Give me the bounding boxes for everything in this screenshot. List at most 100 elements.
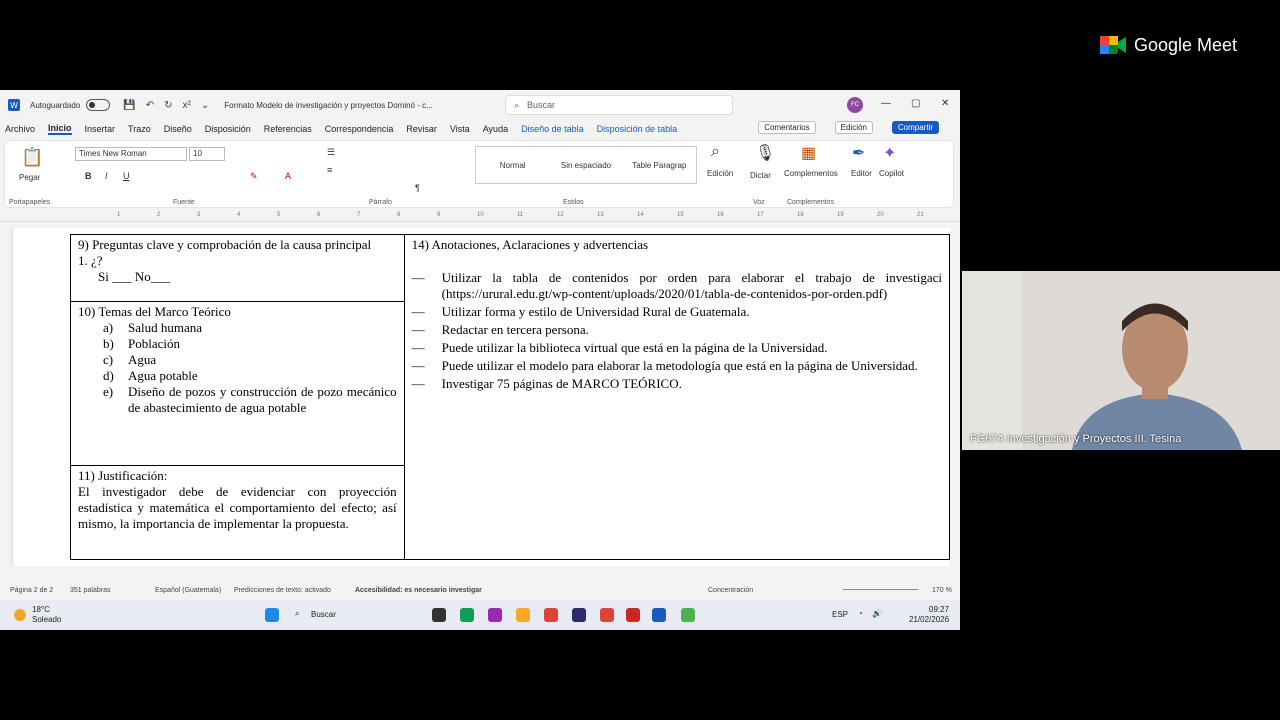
horizontal-ruler[interactable]: 1 2 3 4 5 6 7 8 9 10 11 12 13 14 15 16 1… [0,212,960,222]
menu-disposicion-tabla[interactable]: Disposición de tabla [597,124,678,134]
format-icon[interactable]: x² [183,100,191,111]
status-zoom[interactable]: 170 % [932,587,952,594]
group-portapapeles: Portapapeles [9,199,51,206]
document-title: Formato Modelo de investigación y proyec… [224,100,433,110]
edicion-button[interactable]: Edición [707,169,733,178]
font-select[interactable]: Times New Roman [75,147,187,161]
weather-temp[interactable]: 18°C [32,605,50,614]
save-icon[interactable]: 💾 [123,100,135,111]
file-explorer-icon[interactable] [516,608,530,622]
ruler-tick: 19 [837,212,844,218]
windows-start-icon[interactable] [265,608,279,622]
more-icon[interactable]: ⌄ [201,100,209,111]
paste-button[interactable]: Pegar [19,173,40,182]
document-page[interactable]: 9) Preguntas clave y comprobación de la … [14,228,951,566]
status-focus[interactable]: Concentración [708,587,753,594]
clipboard-icon: 📋 [21,147,44,167]
clock-time[interactable]: 09:27 [929,605,949,614]
topic-item: e) Diseño de pozos y construcción de pozo… [103,384,397,415]
menu-diseno-tabla[interactable]: Diseño de tabla [521,124,584,134]
wifi-icon[interactable]: ◔ [858,609,863,618]
style-table-paragraph[interactable]: Table Paragrap [623,161,696,170]
chrome-icon[interactable] [544,608,558,622]
status-accessibility[interactable]: Accesibilidad: es necesario investigar [355,587,482,594]
font-color-icon[interactable]: A [285,171,291,181]
menu-disposicion[interactable]: Disposición [205,124,251,134]
status-words[interactable]: 351 palabras [70,587,110,594]
group-parrafo: Párrafo [369,199,392,206]
editor-button[interactable]: Editor [851,169,872,178]
ruler-tick: 2 [157,212,161,218]
menu-correspondencia[interactable]: Correspondencia [325,124,394,134]
avatar[interactable]: FC [847,97,863,113]
minimize-icon[interactable]: — [881,98,891,109]
italic-button[interactable]: I [105,171,108,181]
status-predictions[interactable]: Predicciones de texto: activado [234,587,331,594]
autosave-toggle[interactable] [86,99,111,111]
ruler-tick: 9 [437,212,441,218]
note-item: — Redactar en tercera persona. [411,322,589,337]
bold-button[interactable]: B [85,171,92,181]
menu-trazo[interactable]: Trazo [128,124,151,134]
status-page[interactable]: Página 2 de 2 [10,587,53,594]
ruler-tick: 11 [517,212,524,218]
edge-icon[interactable] [460,608,474,622]
cell-preguntas[interactable]: 9) Preguntas clave y comprobación de la … [70,234,405,302]
zoom-slider[interactable] [843,589,918,590]
chrome-alt-icon[interactable] [681,608,695,622]
menu-archivo[interactable]: Archivo [5,124,35,134]
topic-item: b) Población [103,336,180,351]
highlight-icon[interactable]: ✎ [250,171,258,182]
editing-button[interactable]: Edición [834,121,873,134]
menu-inicio[interactable]: Inicio [48,123,72,135]
chrome-profile-icon[interactable] [600,608,614,622]
align-left-icon[interactable]: ≡ [327,165,332,175]
redo-icon[interactable]: ↻ [164,100,172,111]
menu-ayuda[interactable]: Ayuda [483,124,508,134]
volume-icon[interactable]: 🔊 [872,609,882,618]
pilcrow-icon[interactable]: ¶ [415,183,420,193]
note-item: — Utilizar la tabla de contenidos por ord… [411,270,942,301]
participant-video[interactable]: FG674 Investigación y Proyectos III. Tes… [962,271,1280,450]
windows-taskbar: 18°C Soleado ⌕ Buscar ESP ◔ 🔊 09:27 21/0… [0,600,960,630]
title-search[interactable]: ⌕ Buscar [505,95,733,115]
note-item: — Puede utilizar el modelo para elaborar … [411,358,918,373]
comments-button[interactable]: Comentarios [758,121,816,134]
copilot-button[interactable]: Copilot [879,169,904,178]
acrobat-icon[interactable] [626,608,640,622]
copilot-app-icon[interactable] [488,608,502,622]
menu-diseno[interactable]: Diseño [164,124,192,134]
vertical-ruler[interactable] [2,228,12,566]
ruler-tick: 17 [757,212,764,218]
input-language[interactable]: ESP [832,610,848,619]
cell9-question: 1. ¿? [78,253,103,268]
style-sin-espaciado[interactable]: Sin espaciado [549,161,622,170]
close-icon[interactable]: ✕ [941,98,949,109]
complementos-button[interactable]: Complementos [784,169,838,178]
font-size-select[interactable]: 10 [189,147,225,161]
undo-icon[interactable]: ↶ [146,100,154,111]
underline-button[interactable]: U [123,171,130,181]
menu-insertar[interactable]: Insertar [85,124,116,134]
group-fuente: Fuente [173,199,195,206]
menu-revisar[interactable]: Revisar [406,124,437,134]
cell-marco-teorico[interactable]: 10) Temas del Marco Teórico a) Salud huma… [70,301,405,466]
maximize-icon[interactable]: ▢ [911,98,920,109]
taskbar-search[interactable]: Buscar [311,610,336,619]
menu-vista[interactable]: Vista [450,124,470,134]
word-taskbar-icon[interactable] [652,608,666,622]
cell-anotaciones[interactable]: 14) Anotaciones, Aclaraciones y adverten… [403,234,951,560]
styles-gallery[interactable]: Normal Sin espaciado Table Paragrap [475,146,697,184]
clock-date[interactable]: 21/02/2026 [909,615,949,624]
style-normal[interactable]: Normal [476,161,549,170]
bullets-icon[interactable]: ☰ [327,147,335,158]
menu-referencias[interactable]: Referencias [264,124,312,134]
document-table[interactable]: 9) Preguntas clave y comprobación de la … [70,234,951,560]
status-language[interactable]: Español (Guatemala) [155,587,221,594]
store-icon[interactable] [572,608,586,622]
dictar-button[interactable]: Dictar [750,171,771,180]
share-button[interactable]: Compartir [891,121,939,134]
cell-justificacion[interactable]: 11) Justificación: El investigador debe … [70,465,405,560]
task-view-icon[interactable] [432,608,446,622]
weather-desc[interactable]: Soleado [32,615,61,624]
